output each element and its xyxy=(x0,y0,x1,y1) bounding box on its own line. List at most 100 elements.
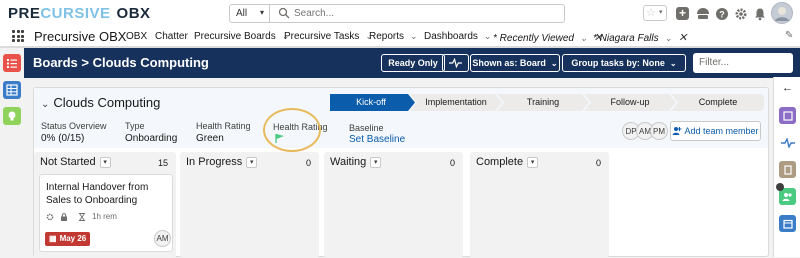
calendar-button[interactable] xyxy=(779,215,796,232)
checklist-button[interactable] xyxy=(779,107,796,124)
avatar[interactable]: PM xyxy=(650,122,668,140)
group-tasks-dropdown[interactable]: Group tasks by: None ⌄ xyxy=(562,54,686,72)
column-waiting: Waiting ▾ 0 xyxy=(324,152,463,258)
column-menu-button[interactable]: ▾ xyxy=(99,157,111,168)
path-step-complete[interactable] xyxy=(671,94,764,111)
set-baseline-link[interactable]: Set Baseline xyxy=(349,134,405,145)
type-label: Type xyxy=(125,121,145,131)
users-icon xyxy=(782,193,792,201)
shown-as-label: Shown as: Board xyxy=(472,58,546,68)
arrow-left-icon[interactable]: ← xyxy=(782,82,793,94)
column-header: Not Started ▾ xyxy=(40,156,111,168)
pulse-button[interactable] xyxy=(442,54,469,72)
column-title: Waiting xyxy=(330,156,367,168)
chevron-down-icon: ⌄ xyxy=(550,58,558,68)
app-nav-bar: Precursive OBX OBX Chatter Precursive Bo… xyxy=(0,27,800,48)
nav-tab-label: Reports xyxy=(369,31,405,42)
column-header: Complete ▾ xyxy=(476,156,539,168)
path-step-follow-up[interactable] xyxy=(584,94,676,111)
app-launcher-icon[interactable] xyxy=(12,30,24,42)
ready-only-button[interactable]: Ready Only xyxy=(381,54,445,72)
status-overview-label: Status Overview xyxy=(41,121,107,131)
column-menu-button[interactable]: ▾ xyxy=(246,157,258,168)
due-date-badge: ▦ May 26 xyxy=(45,232,91,246)
nav-tab-precursive-boards[interactable]: Precursive Boards ⌄ xyxy=(194,31,289,42)
ideas-button[interactable] xyxy=(3,107,21,125)
project-title-toggle[interactable]: ⌄ Clouds Computing xyxy=(41,95,160,110)
filter-placeholder: Filter... xyxy=(699,57,730,68)
chevron-down-icon[interactable]: ⌄ xyxy=(484,31,492,41)
nav-tab-label: * Niagara Falls xyxy=(593,33,659,44)
calendar-icon xyxy=(782,219,793,229)
edit-nav-pencil-icon[interactable]: ✎ xyxy=(785,30,793,41)
activity-button[interactable] xyxy=(779,134,796,151)
chevron-down-icon[interactable]: ⌄ xyxy=(665,33,673,43)
add-team-member-button[interactable]: Add team member xyxy=(670,121,761,141)
task-meta: 1h rem xyxy=(46,212,117,221)
app-logo[interactable]: PRECURSIVE OBX xyxy=(8,5,151,22)
nav-tab-label: OBX xyxy=(126,31,148,42)
filter-input[interactable]: Filter... xyxy=(693,53,793,73)
global-create-button[interactable]: + xyxy=(674,5,691,22)
favorites-button[interactable]: ☆ ▾ xyxy=(643,5,667,21)
gear-icon xyxy=(735,8,746,19)
column-header: In Progress ▾ xyxy=(186,156,258,168)
caret-down-icon: ▾ xyxy=(259,8,264,17)
project-title: Clouds Computing xyxy=(53,95,161,110)
nav-tab-recently-viewed[interactable]: * Recently Viewed ⌄ ✕ xyxy=(493,31,603,44)
project-header: ⌄ Clouds Computing Kick-off Implementatio… xyxy=(34,88,768,152)
logo-text-part2: CURSIVE xyxy=(40,5,111,22)
column-menu-button[interactable]: ▾ xyxy=(527,157,539,168)
user-avatar[interactable] xyxy=(771,2,793,24)
left-utility-rail xyxy=(0,48,24,257)
nav-tab-label: Precursive Boards xyxy=(194,31,276,42)
board-panel: ⌄ Clouds Computing Kick-off Implementatio… xyxy=(33,87,769,258)
task-list-button[interactable] xyxy=(3,54,21,72)
assignee-avatar[interactable]: AM xyxy=(154,230,171,247)
notifications-button[interactable] xyxy=(751,5,768,22)
nav-tab-obx[interactable]: OBX xyxy=(126,31,147,42)
nav-tab-dashboards[interactable]: Dashboards ⌄ xyxy=(424,31,491,42)
list-icon xyxy=(7,59,17,68)
setup-button[interactable] xyxy=(732,5,749,22)
nav-tab-label: Dashboards xyxy=(424,31,478,42)
nav-tab-chatter[interactable]: Chatter xyxy=(155,31,188,42)
board-view-button[interactable] xyxy=(3,81,21,99)
baseline-label: Baseline xyxy=(349,123,384,133)
chevron-down-icon[interactable]: ⌄ xyxy=(580,33,588,43)
column-title: In Progress xyxy=(186,156,243,168)
svg-text:?: ? xyxy=(719,9,725,19)
highlight-annotation-ring xyxy=(263,108,321,152)
grid-icon xyxy=(6,84,18,96)
shown-as-dropdown[interactable]: Shown as: Board ⌄ xyxy=(470,54,560,72)
status-overview-value: 0% (0/15) xyxy=(41,133,85,144)
nav-tab-niagara-falls[interactable]: * Niagara Falls ⌄ ✕ xyxy=(593,31,687,44)
path-step-kick-off[interactable] xyxy=(330,94,415,111)
help-icon: ? xyxy=(715,7,728,20)
global-header: PRECURSIVE OBX All ▾ ☆ ▾ + ? xyxy=(0,0,800,27)
column-in-progress: In Progress ▾ 0 xyxy=(180,152,319,258)
column-menu-button[interactable]: ▾ xyxy=(370,157,382,168)
nav-tab-label: Chatter xyxy=(155,31,188,42)
hourglass-icon xyxy=(78,212,86,221)
path-step-implementation[interactable] xyxy=(410,94,502,111)
close-icon[interactable]: ✕ xyxy=(678,32,687,44)
help-button[interactable]: ? xyxy=(713,5,730,22)
path-step-training[interactable] xyxy=(497,94,589,111)
column-complete: Complete ▾ 0 xyxy=(470,152,609,258)
task-card[interactable]: Internal Handover from Sales to Onboardi… xyxy=(39,174,173,252)
column-count: 0 xyxy=(449,158,455,168)
ready-only-label: Ready Only xyxy=(388,58,438,68)
trailhead-button[interactable] xyxy=(694,5,711,22)
column-count: 0 xyxy=(305,158,311,168)
search-icon xyxy=(278,7,290,19)
notes-button[interactable] xyxy=(779,161,796,178)
chevron-down-icon[interactable]: ⌄ xyxy=(410,31,418,41)
nav-tab-label: * Recently Viewed xyxy=(493,33,574,44)
nav-tab-reports[interactable]: Reports ⌄ xyxy=(369,31,418,42)
nav-tab-precursive-tasks[interactable]: Precursive Tasks ⌄ xyxy=(284,31,373,42)
search-scope-dropdown[interactable]: All ▾ xyxy=(230,5,270,22)
search-input[interactable] xyxy=(294,6,554,21)
health-rating-label: Health Rating xyxy=(196,121,251,131)
pulse-icon xyxy=(780,137,795,148)
